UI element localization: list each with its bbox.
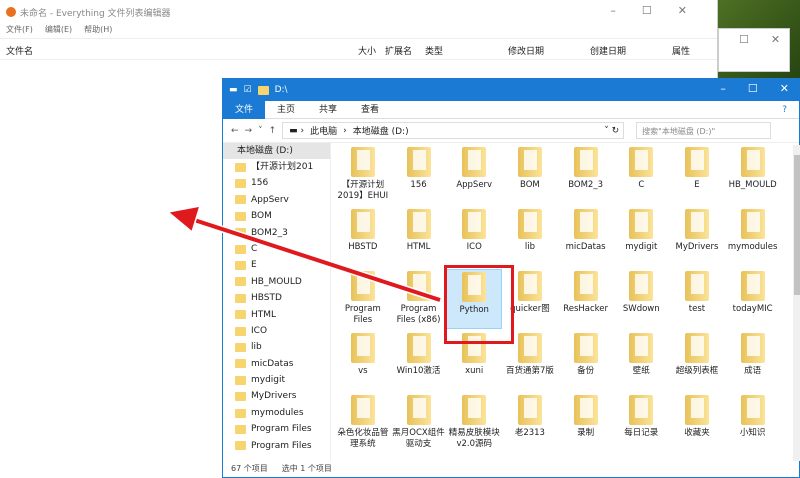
highlight-box <box>444 265 514 344</box>
annotation-arrow <box>166 205 442 304</box>
